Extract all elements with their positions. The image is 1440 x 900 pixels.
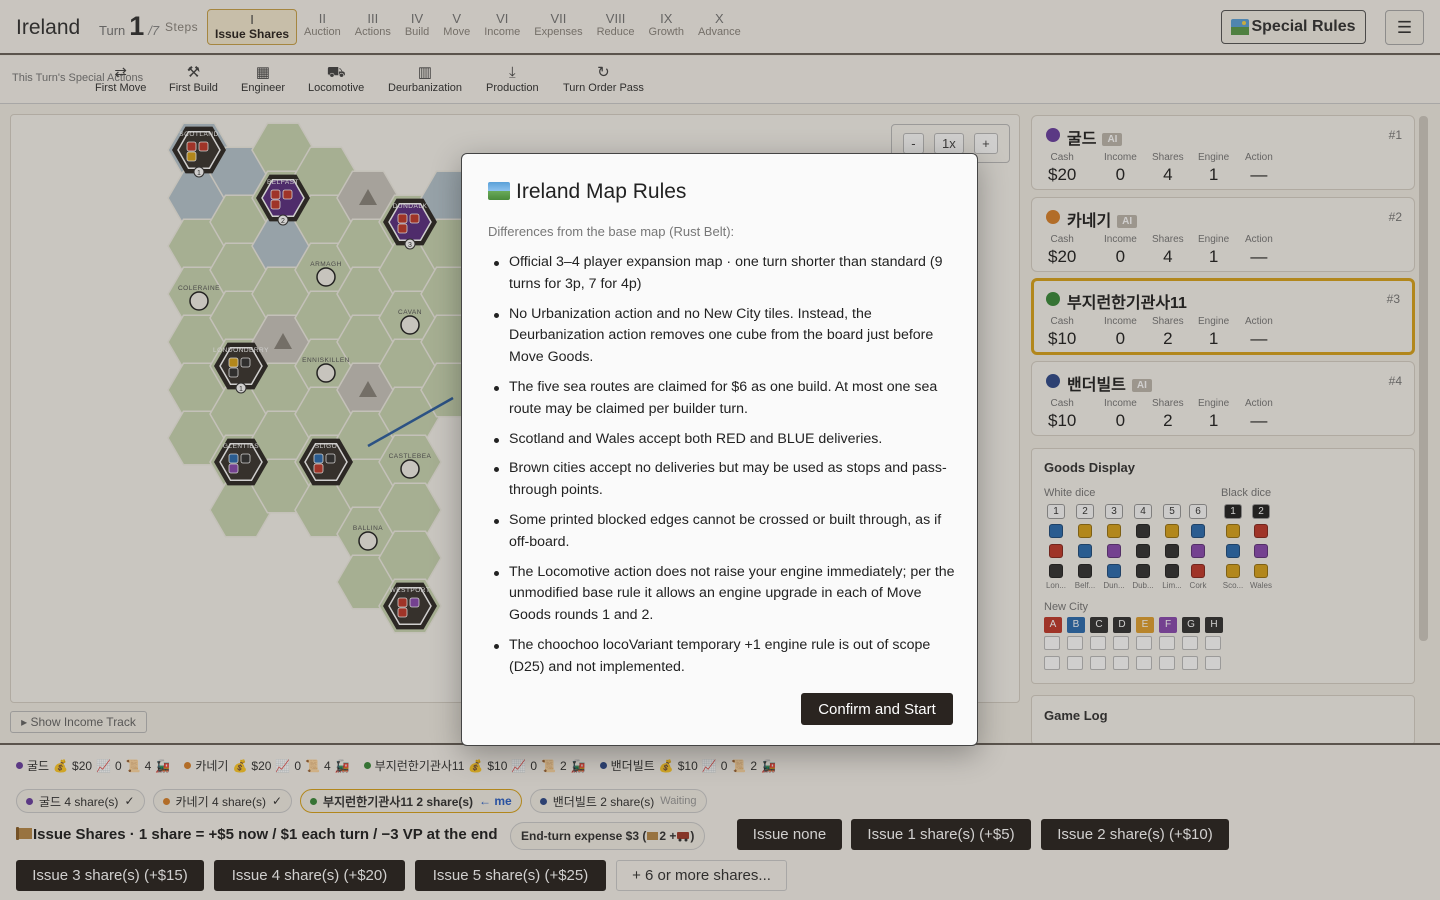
rule-item: The Locomotive action does not raise you… (488, 562, 958, 627)
modal-intro: Differences from the base map (Rust Belt… (488, 224, 735, 239)
rule-item: Brown cities accept no deliveries but ma… (488, 458, 958, 502)
rule-item: Official 3–4 player expansion map · one … (488, 252, 958, 296)
rule-item: Scotland and Wales accept both RED and B… (488, 429, 958, 451)
confirm-and-start-button[interactable]: Confirm and Start (801, 693, 953, 725)
rule-item: The five sea routes are claimed for $6 a… (488, 377, 958, 421)
modal-title: Ireland Map Rules (488, 180, 686, 204)
map-rules-modal: Ireland Map Rules Differences from the b… (461, 153, 978, 746)
rules-list: Official 3–4 player expansion map · one … (488, 252, 958, 687)
map-icon (488, 182, 510, 200)
rule-item: The choochoo locoVariant temporary +1 en… (488, 635, 958, 679)
rule-item: No Urbanization action and no New City t… (488, 304, 958, 369)
rule-item: Some printed blocked edges cannot be cro… (488, 510, 958, 554)
